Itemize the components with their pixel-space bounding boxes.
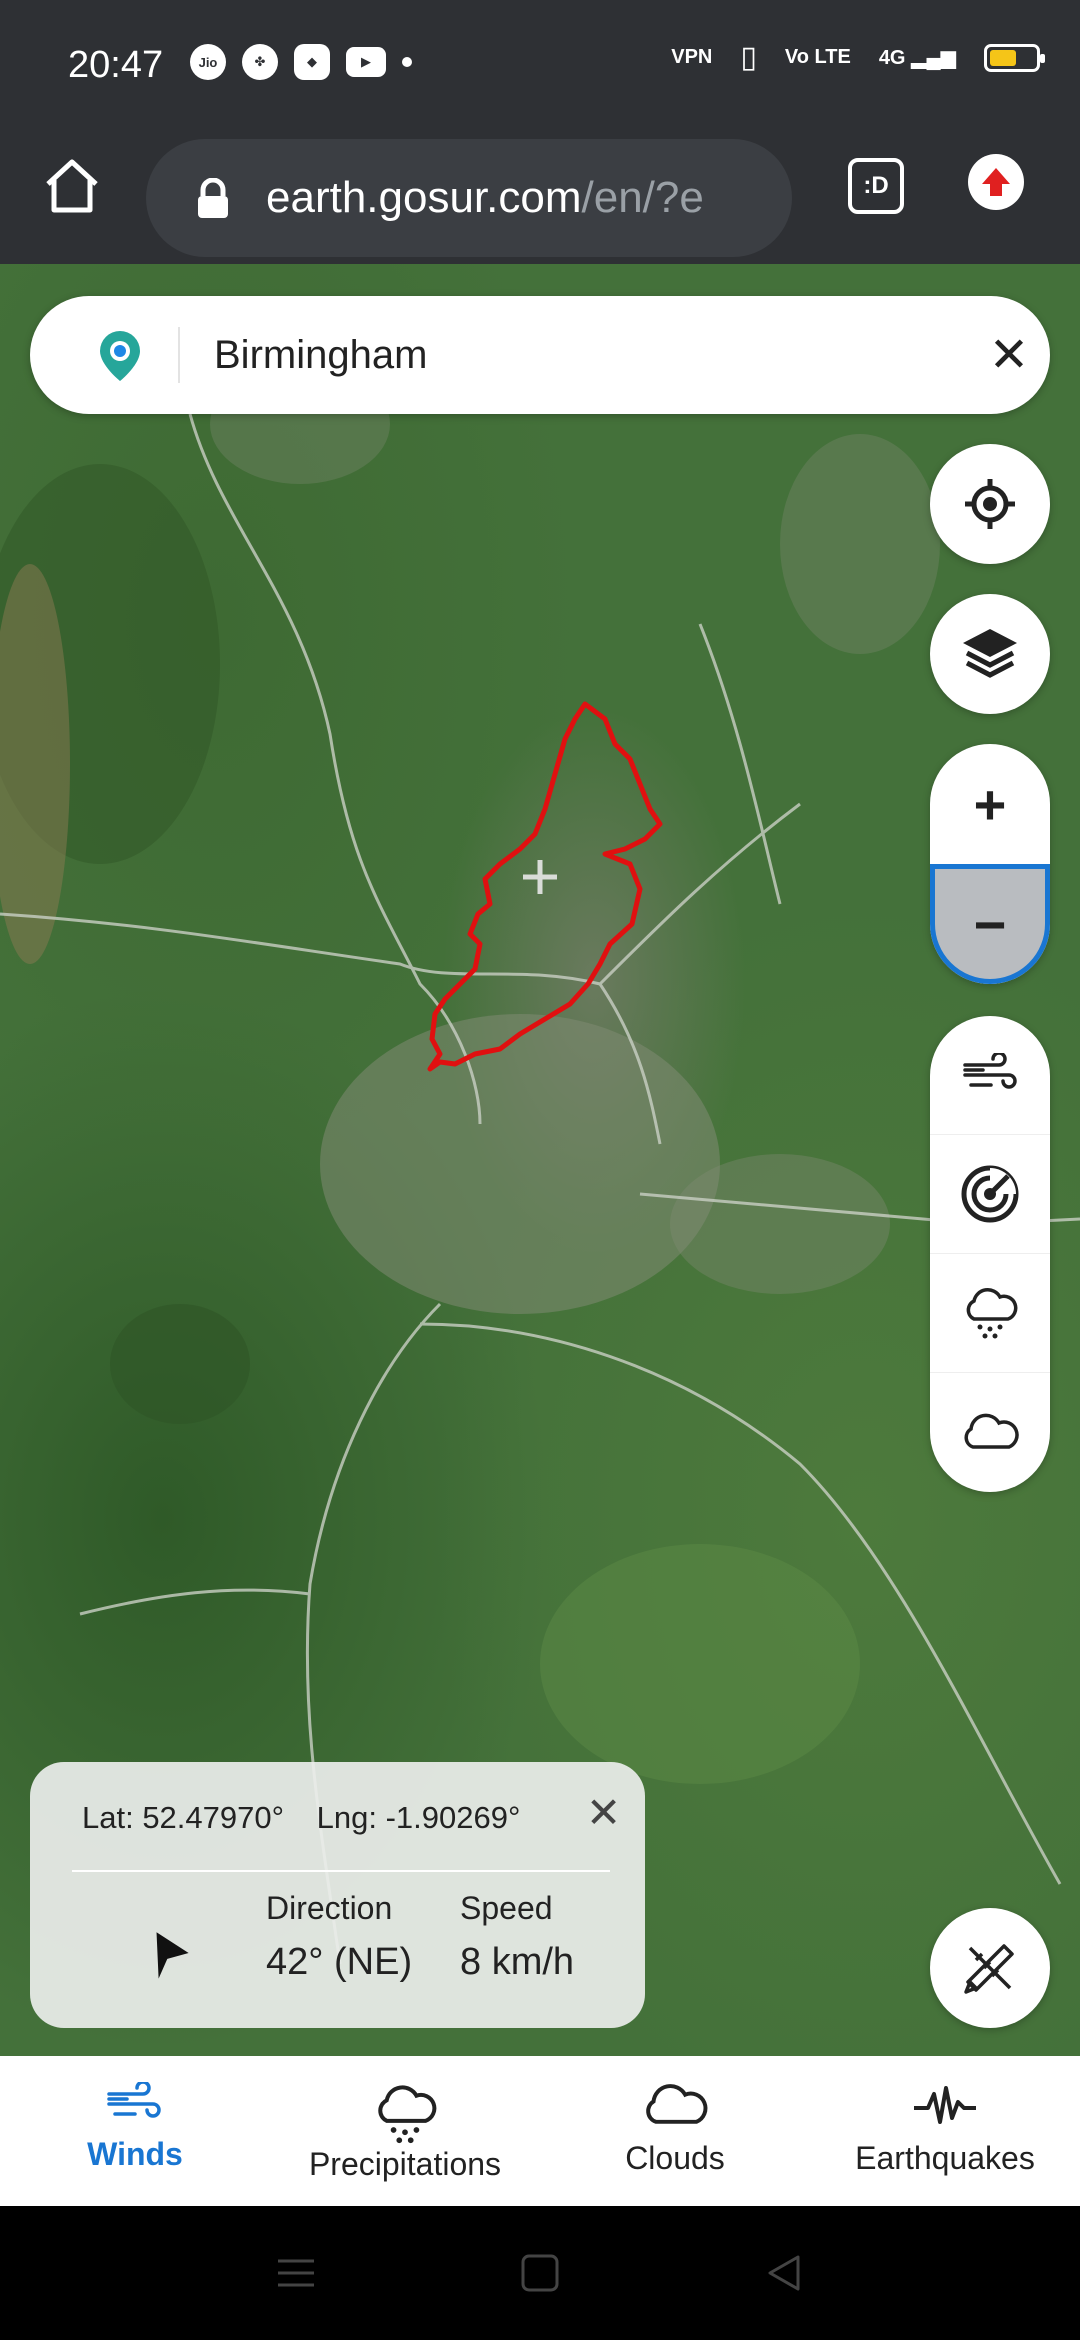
weather-layer-controls (930, 1016, 1050, 1492)
dot-icon (402, 57, 412, 67)
home-button[interactable] (40, 154, 104, 218)
layers-icon (963, 629, 1017, 678)
bottom-navigation: Winds Precipitations Clouds Earthquakes (0, 2056, 1080, 2206)
wind-direction-arrow-icon (156, 1932, 189, 1979)
latitude: Lat: 52.47970° (82, 1800, 285, 1835)
wind-icon (107, 2082, 161, 2118)
battery-icon (984, 43, 1045, 72)
precipitation-layer-button[interactable] (930, 1254, 1050, 1373)
radar-layer-button[interactable] (930, 1135, 1050, 1254)
status-time: 20:47 (68, 44, 164, 86)
url-host: earth.gosur.com (266, 173, 582, 222)
lock-icon (196, 177, 230, 218)
speed-column: Speed 8 km/h (460, 1890, 574, 1984)
volte-icon: Vo LTE (784, 46, 851, 68)
zoom-in-button[interactable]: + (930, 744, 1050, 864)
youtube-icon: ▶ (346, 47, 386, 77)
cloud-icon (646, 2084, 708, 2124)
longitude: Lng: -1.90269° (316, 1800, 521, 1835)
crosshair-icon (523, 860, 557, 894)
url-path: /en/?e (581, 173, 704, 222)
direction-value: 42° (NE) (266, 1941, 413, 1983)
cloud-layer-button[interactable] (930, 1373, 1050, 1492)
nav-earthquakes-label: Earthquakes (855, 2140, 1035, 2176)
address-bar[interactable]: earth.gosur.com/en/?e (146, 139, 792, 257)
location-search: ✕ (30, 296, 1050, 414)
card-divider (72, 1870, 610, 1872)
nav-clouds-label: Clouds (625, 2140, 725, 2176)
nav-winds-label: Winds (87, 2136, 183, 2172)
radar-icon (961, 1165, 1019, 1223)
menu-icon[interactable] (274, 2253, 318, 2293)
map-layers-button[interactable] (930, 594, 1050, 714)
system-icons: VPN ▯ Vo LTE 4G ▂▄▆ (671, 40, 1045, 75)
my-location-button[interactable] (930, 444, 1050, 564)
gamepad-icon: ◆ (294, 44, 330, 80)
zoom-out-button[interactable]: − (930, 864, 1050, 984)
browser-toolbar: earth.gosur.com/en/?e :D (0, 132, 1080, 264)
network-label: 4G (878, 47, 906, 69)
home-icon (46, 159, 98, 213)
nav-clouds[interactable]: Clouds (540, 2056, 810, 2206)
cloud-icon (964, 1413, 1019, 1449)
map-pin-logo-icon (100, 331, 140, 381)
wind-info-card: Lat: 52.47970° Lng: -1.90269° ✕ Directio… (30, 1762, 645, 2028)
update-button[interactable] (968, 154, 1024, 210)
rain-cloud-icon (966, 1288, 1018, 1339)
system-navigation-bar (0, 2206, 1080, 2340)
crosshair-target-icon (965, 479, 1015, 529)
wind-layer-button[interactable] (930, 1016, 1050, 1135)
vpn-icon: VPN (671, 46, 713, 68)
seismograph-icon (914, 2086, 976, 2124)
status-bar: 20:47 Jio ✤ ◆ ▶ VPN ▯ Vo LTE 4G ▂▄▆ (0, 0, 1080, 132)
home-square-icon[interactable] (518, 2251, 562, 2295)
speed-label: Speed (460, 1890, 553, 1926)
notification-icons: Jio ✤ ◆ ▶ (190, 44, 412, 80)
draw-tool-button[interactable] (930, 1908, 1050, 2028)
direction-label: Direction (266, 1890, 393, 1926)
tab-switcher-button[interactable]: :D (848, 158, 904, 214)
coordinates: Lat: 52.47970° Lng: -1.90269° (82, 1800, 544, 1836)
jio-icon: Jio (190, 44, 226, 80)
signal-4g-icon: 4G ▂▄▆ (878, 47, 956, 69)
url-text: earth.gosur.com/en/?e (266, 173, 766, 223)
vibrate-icon: ▯ (740, 41, 757, 74)
back-triangle-icon[interactable] (762, 2251, 806, 2295)
battery-fill (990, 49, 1017, 66)
fan-icon: ✤ (242, 44, 278, 80)
close-card-button[interactable]: ✕ (586, 1788, 621, 1837)
speed-value: 8 km/h (460, 1941, 575, 1983)
nav-earthquakes[interactable]: Earthquakes (810, 2056, 1080, 2206)
direction-column: Direction 42° (NE) (266, 1890, 412, 1984)
nav-winds[interactable]: Winds (0, 2056, 270, 2206)
wind-icon (963, 1053, 1017, 1089)
ruler-pencil-icon (964, 1944, 1014, 1994)
nav-precipitations-label: Precipitations (308, 2146, 502, 2182)
search-divider (178, 327, 180, 383)
clear-search-button[interactable]: ✕ (984, 327, 1034, 383)
search-input[interactable] (214, 332, 974, 378)
rain-cloud-icon (378, 2085, 437, 2144)
nav-precipitations[interactable]: Precipitations (270, 2056, 540, 2206)
city-boundary (427, 701, 663, 1072)
arrow-up-icon (982, 168, 1010, 196)
zoom-controls: + − (930, 744, 1050, 984)
